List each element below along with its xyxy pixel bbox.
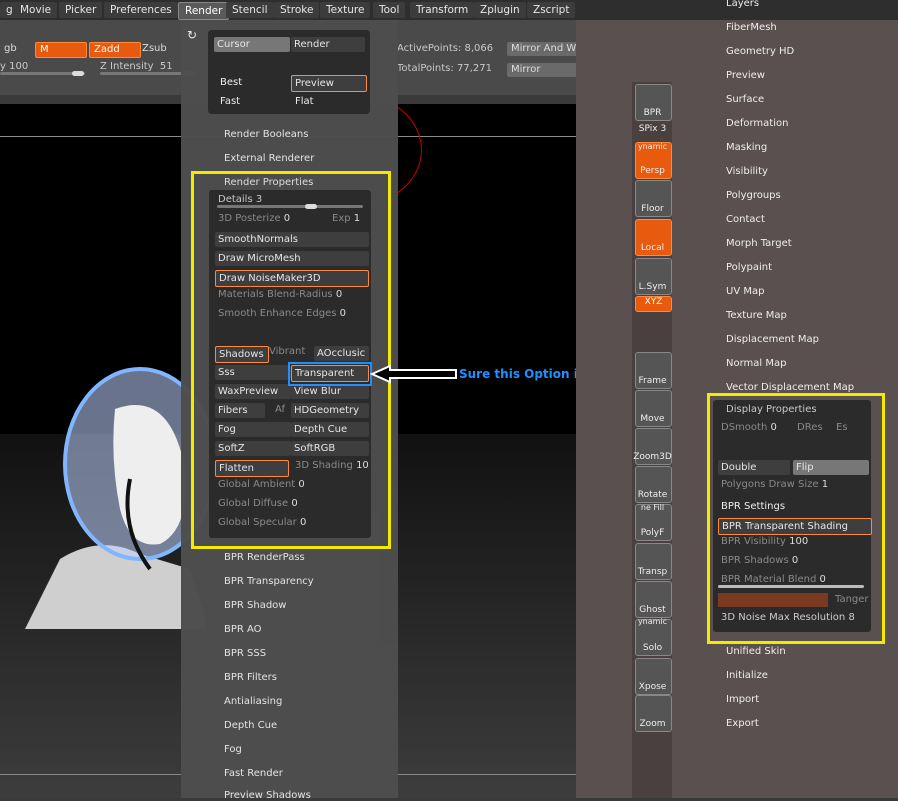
tool-label: PolyF — [640, 528, 665, 538]
menu-transform[interactable]: Transform — [410, 2, 475, 18]
slider-knob[interactable] — [72, 71, 84, 76]
tool-label: Ghost — [639, 605, 666, 615]
external-renderer-item[interactable]: External Renderer — [224, 153, 314, 164]
cursor-button[interactable]: Cursor — [214, 37, 290, 52]
fog-item[interactable]: Fog — [224, 744, 242, 755]
blue-highlight-transparent — [288, 362, 372, 386]
right-menu-item[interactable]: Layers — [726, 0, 759, 9]
render-button[interactable]: Render — [291, 37, 365, 52]
right-menu-item[interactable]: Export — [726, 718, 759, 729]
refresh-icon[interactable]: ↻ — [187, 28, 197, 42]
menu-texture[interactable]: Texture — [320, 2, 371, 18]
menu-movie[interactable]: Movie — [14, 2, 58, 18]
xyz-button[interactable]: XYZ — [635, 296, 672, 312]
tool-label: Move — [640, 414, 665, 424]
fast-render-item[interactable]: Fast Render — [224, 768, 283, 779]
menu-bar: g Movie Picker Preferences Render Stenci… — [0, 0, 898, 20]
right-menu-item[interactable]: Displacement Map — [726, 334, 819, 345]
menu-preferences[interactable]: Preferences — [104, 2, 178, 18]
fast-option[interactable]: Fast — [220, 96, 240, 107]
right-menu-item[interactable]: Normal Map — [726, 358, 786, 369]
tool-label: Zoom — [639, 719, 666, 729]
bpr-shadow-item[interactable]: BPR Shadow — [224, 600, 286, 611]
right-menu-item[interactable]: Visibility — [726, 166, 768, 177]
menu-tool[interactable]: Tool — [373, 2, 406, 18]
preview-button[interactable]: Preview — [291, 75, 367, 92]
bpr-ao-item[interactable]: BPR AO — [224, 624, 262, 635]
yellow-highlight-display — [707, 393, 885, 644]
tool-label: Frame — [638, 376, 667, 386]
menu-stroke[interactable]: Stroke — [274, 2, 320, 18]
z-intensity-label: Z Intensity 51 — [100, 61, 173, 72]
z-intensity-slider[interactable] — [100, 72, 185, 75]
tool-label: Floor — [641, 204, 664, 214]
depth-cue-item[interactable]: Depth Cue — [224, 720, 277, 731]
rgb-button[interactable]: gb — [0, 42, 21, 56]
right-menu-item[interactable]: Vector Displacement Map — [726, 382, 854, 393]
bpr-transparency-item[interactable]: BPR Transparency — [224, 576, 314, 587]
menu-picker[interactable]: Picker — [59, 2, 103, 18]
antialiasing-item[interactable]: Antialiasing — [224, 696, 282, 707]
zsub-button[interactable]: Zsub — [138, 42, 171, 56]
menu-zscript[interactable]: Zscript — [527, 2, 576, 18]
right-menu-item[interactable]: FiberMesh — [726, 22, 777, 33]
right-menu-item[interactable]: Initialize — [726, 670, 768, 681]
bpr-renderpass-item[interactable]: BPR RenderPass — [224, 552, 305, 563]
tool-label: Persp — [640, 166, 665, 176]
right-menu-item[interactable]: Contact — [726, 214, 765, 225]
tool-label: Solo — [642, 643, 663, 653]
zadd-button[interactable]: Zadd — [89, 42, 141, 58]
right-menu-item[interactable]: UV Map — [726, 286, 764, 297]
dynamic2-label: ynamic — [637, 617, 668, 626]
tool-label: Local — [640, 243, 665, 253]
preview-shadows-item[interactable]: Preview Shadows — [224, 790, 311, 801]
active-points: ActivePoints: 8,066 — [397, 43, 494, 54]
line-fill-label: ne Fill — [640, 503, 665, 512]
right-menu-item[interactable]: Unified Skin — [726, 646, 786, 657]
menu-render[interactable]: Render — [178, 2, 230, 20]
menu-zplugin[interactable]: Zplugin — [474, 2, 526, 18]
bpr-filters-item[interactable]: BPR Filters — [224, 672, 277, 683]
best-option[interactable]: Best — [220, 77, 242, 88]
right-menu-item[interactable]: Surface — [726, 94, 764, 105]
render-mode-box: Cursor Render Best Preview Fast Flat — [208, 30, 370, 114]
right-menu-item[interactable]: Geometry HD — [726, 46, 794, 57]
right-menu-item[interactable]: Deformation — [726, 118, 788, 129]
tool-label: Xpose — [638, 682, 667, 692]
render-booleans-item[interactable]: Render Booleans — [224, 129, 308, 140]
arrow-icon — [370, 364, 457, 384]
spix-label: SPix 3 — [638, 124, 667, 134]
right-menu-item[interactable]: Polypaint — [726, 262, 772, 273]
flat-option[interactable]: Flat — [295, 96, 314, 107]
tool-label: L.Sym — [638, 282, 667, 292]
right-menu-item[interactable]: Polygroups — [726, 190, 781, 201]
tool-label: BPR — [643, 108, 662, 118]
right-menu-item[interactable]: Import — [726, 694, 759, 705]
tool-label: Transp — [637, 567, 668, 577]
bpr-sss-item[interactable]: BPR SSS — [224, 648, 266, 659]
right-menu-item[interactable]: Masking — [726, 142, 767, 153]
m-button[interactable]: M — [35, 42, 87, 58]
tool-label: Rotate — [637, 490, 668, 500]
dynamic-label: ynamic — [637, 142, 668, 151]
right-menu-item[interactable]: Texture Map — [726, 310, 787, 321]
total-points: TotalPoints: 77,271 — [397, 63, 492, 74]
yellow-highlight-render — [191, 171, 391, 549]
menu-stencil[interactable]: Stencil — [226, 2, 274, 18]
right-menu-item[interactable]: Morph Target — [726, 238, 792, 249]
y-label: y 100 — [0, 61, 29, 72]
right-menu-item[interactable]: Preview — [726, 70, 765, 81]
tool-label: Zoom3D — [633, 452, 672, 462]
